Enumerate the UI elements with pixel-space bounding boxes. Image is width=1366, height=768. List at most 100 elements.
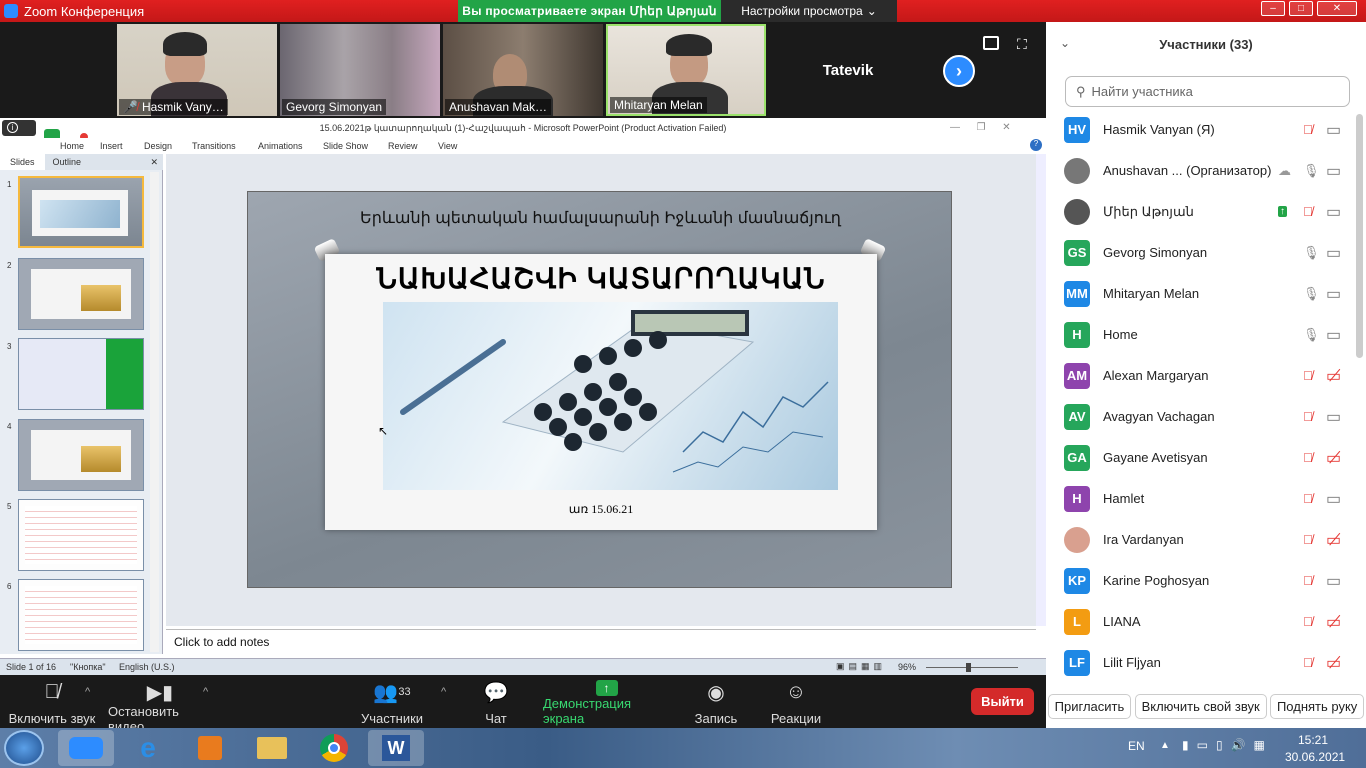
video-off-icon[interactable]: ▭̸ bbox=[1326, 653, 1341, 673]
chat-button[interactable]: 💬 Чат bbox=[478, 680, 514, 727]
video-options-caret[interactable]: ^ bbox=[203, 686, 208, 698]
participant-search-input[interactable]: ⚲ Найти участника bbox=[1065, 76, 1350, 107]
slide-thumbnail-2[interactable] bbox=[18, 258, 144, 330]
view-toggle-icon[interactable] bbox=[983, 36, 999, 50]
tray-icons[interactable]: ▮▭▯🔊▦ bbox=[1182, 738, 1273, 752]
menu-insert[interactable]: Insert bbox=[100, 141, 123, 151]
video-camera-icon[interactable]: ▭ bbox=[1326, 571, 1341, 591]
pp-window-controls[interactable]: — ❐ ✕ bbox=[950, 122, 1011, 133]
video-off-icon[interactable]: ▭̸ bbox=[1326, 366, 1341, 386]
unmute-me-button[interactable]: Включить свой звук bbox=[1134, 693, 1267, 719]
mic-muted-icon[interactable]: 🎙̸ bbox=[1303, 204, 1313, 219]
stop-video-button[interactable]: ▶▮ Остановить видео bbox=[108, 680, 212, 735]
start-button[interactable] bbox=[4, 730, 44, 766]
help-icon[interactable]: ? bbox=[1030, 139, 1042, 151]
participant-row[interactable]: H Home 🎙 ▭ bbox=[1046, 314, 1356, 355]
video-tile[interactable]: Anushavan Mak… bbox=[443, 24, 603, 116]
video-camera-icon[interactable]: ▭ bbox=[1326, 489, 1341, 509]
menu-transitions[interactable]: Transitions bbox=[192, 141, 236, 151]
mic-muted-icon[interactable]: 🎙̸ bbox=[1303, 409, 1313, 424]
next-page-arrow-icon[interactable]: › bbox=[943, 55, 975, 87]
leave-button[interactable]: Выйти bbox=[971, 688, 1034, 715]
video-tile-active-speaker[interactable]: Mhitaryan Melan 🎤̸ bbox=[606, 24, 766, 116]
taskbar-explorer[interactable] bbox=[244, 730, 300, 766]
participant-list-scrollbar[interactable] bbox=[1356, 114, 1363, 358]
taskbar-word[interactable]: W bbox=[368, 730, 424, 766]
tab-slides[interactable]: Slides bbox=[0, 154, 45, 170]
mic-icon[interactable]: 🎙 bbox=[1303, 245, 1320, 261]
mic-icon[interactable]: 🎙 bbox=[1303, 286, 1320, 302]
tray-expand-icon[interactable]: ▲ bbox=[1160, 740, 1170, 751]
view-buttons-icon[interactable]: ▣▤▦▥ bbox=[836, 661, 886, 672]
taskbar-zoom[interactable] bbox=[58, 730, 114, 766]
slide-thumbnail-5[interactable] bbox=[18, 499, 144, 571]
mic-muted-icon[interactable]: 🎙̸ bbox=[1303, 614, 1313, 629]
notes-pane[interactable]: Click to add notes bbox=[166, 629, 1036, 655]
participant-row[interactable]: LF Lilit Fljyan 🎙̸ ▭̸ bbox=[1046, 642, 1356, 683]
participant-row[interactable]: Միեր Աթոյան 🎙̸ ▭ ↑ bbox=[1046, 191, 1356, 232]
status-zoom[interactable]: 96% bbox=[898, 662, 916, 672]
video-tile[interactable]: Gevorg Simonyan bbox=[280, 24, 440, 116]
video-camera-icon[interactable]: ▭ bbox=[1326, 120, 1341, 140]
info-icon[interactable]: i bbox=[7, 122, 18, 133]
participant-row[interactable]: AV Avagyan Vachagan 🎙̸ ▭ bbox=[1046, 396, 1356, 437]
language-indicator[interactable]: EN bbox=[1128, 739, 1145, 753]
fullscreen-icon[interactable]: ⛶ bbox=[1017, 36, 1033, 52]
close-panel-icon[interactable]: ✕ bbox=[150, 157, 158, 168]
participant-row[interactable]: L LIANA 🎙̸ ▭̸ bbox=[1046, 601, 1356, 642]
reactions-button[interactable]: ☺ Реакции bbox=[770, 680, 822, 727]
mic-icon[interactable]: 🎙 bbox=[1303, 163, 1320, 179]
slide-thumbnail-4[interactable] bbox=[18, 419, 144, 491]
slide-thumbnail-6[interactable] bbox=[18, 579, 144, 651]
participant-row[interactable]: Anushavan ... (Организатор) 🎙 ▭ ☁ bbox=[1046, 150, 1356, 191]
mic-muted-icon[interactable]: 🎙̸ bbox=[1303, 122, 1313, 137]
taskbar-chrome[interactable] bbox=[306, 730, 362, 766]
mic-muted-icon[interactable]: 🎙̸ bbox=[1303, 491, 1313, 506]
slide-scrollbar[interactable] bbox=[1036, 154, 1046, 626]
participant-row[interactable]: Ira Vardanyan 🎙̸ ▭̸ bbox=[1046, 519, 1356, 560]
participant-row[interactable]: HV Hasmik Vanyan (Я) 🎙̸ ▭ bbox=[1046, 109, 1356, 150]
video-off-icon[interactable]: ▭̸ bbox=[1326, 530, 1341, 550]
menu-review[interactable]: Review bbox=[388, 141, 418, 151]
mic-muted-icon[interactable]: 🎙̸ bbox=[1303, 573, 1313, 588]
view-settings-button[interactable]: Настройки просмотра ⌄ bbox=[721, 0, 897, 22]
taskbar-media[interactable] bbox=[182, 730, 238, 766]
participants-button[interactable]: 👥 33 Участники bbox=[360, 680, 424, 727]
maximize-button[interactable]: □ bbox=[1289, 1, 1313, 16]
participants-options-caret[interactable]: ^ bbox=[441, 686, 446, 698]
taskbar-ie[interactable]: e bbox=[120, 730, 176, 766]
status-language[interactable]: English (U.S.) bbox=[119, 662, 175, 672]
zoom-share-controls[interactable]: i bbox=[2, 120, 36, 136]
current-slide[interactable]: Երևանի պետական համալսարանի Իջևանի մասնաճ… bbox=[247, 191, 952, 588]
menu-slide-show[interactable]: Slide Show bbox=[323, 141, 368, 151]
minimize-button[interactable]: – bbox=[1261, 1, 1285, 16]
unmute-button[interactable]: 🎙̸ Включить звук bbox=[8, 680, 96, 727]
mic-muted-icon[interactable]: 🎙̸ bbox=[1303, 450, 1313, 465]
video-off-icon[interactable]: ▭̸ bbox=[1326, 448, 1341, 468]
menu-view[interactable]: View bbox=[438, 141, 457, 151]
zoom-slider-thumb[interactable] bbox=[966, 663, 971, 672]
raise-hand-button[interactable]: Поднять руку bbox=[1269, 693, 1365, 719]
video-camera-icon[interactable]: ▭ bbox=[1326, 202, 1341, 222]
menu-design[interactable]: Design bbox=[144, 141, 172, 151]
video-camera-icon[interactable]: ▭ bbox=[1326, 161, 1341, 181]
participant-row[interactable]: MM Mhitaryan Melan 🎙 ▭ bbox=[1046, 273, 1356, 314]
participant-row[interactable]: KP Karine Poghosyan 🎙̸ ▭ bbox=[1046, 560, 1356, 601]
participant-row[interactable]: H Hamlet 🎙̸ ▭ bbox=[1046, 478, 1356, 519]
zoom-slider[interactable] bbox=[926, 667, 1018, 668]
clock-date[interactable]: 30.06.2021 bbox=[1285, 750, 1345, 764]
thumbnail-scrollbar[interactable] bbox=[150, 172, 159, 652]
menu-home[interactable]: Home bbox=[60, 141, 84, 151]
video-camera-icon[interactable]: ▭ bbox=[1326, 407, 1341, 427]
participant-row[interactable]: GS Gevorg Simonyan 🎙 ▭ bbox=[1046, 232, 1356, 273]
slide-thumbnail-1[interactable] bbox=[18, 176, 144, 248]
mic-muted-icon[interactable]: 🎙̸ bbox=[1303, 532, 1313, 547]
invite-button[interactable]: Пригласить bbox=[1047, 693, 1132, 719]
video-off-icon[interactable]: ▭̸ bbox=[1326, 612, 1341, 632]
mic-muted-icon[interactable]: 🎙̸ bbox=[1303, 368, 1313, 383]
tab-outline[interactable]: Outline bbox=[45, 157, 90, 167]
mic-muted-icon[interactable]: 🎙̸ bbox=[1303, 655, 1313, 670]
video-camera-icon[interactable]: ▭ bbox=[1326, 325, 1341, 345]
slide-thumbnail-3[interactable] bbox=[18, 338, 144, 410]
participant-row[interactable]: AM Alexan Margaryan 🎙̸ ▭̸ bbox=[1046, 355, 1356, 396]
